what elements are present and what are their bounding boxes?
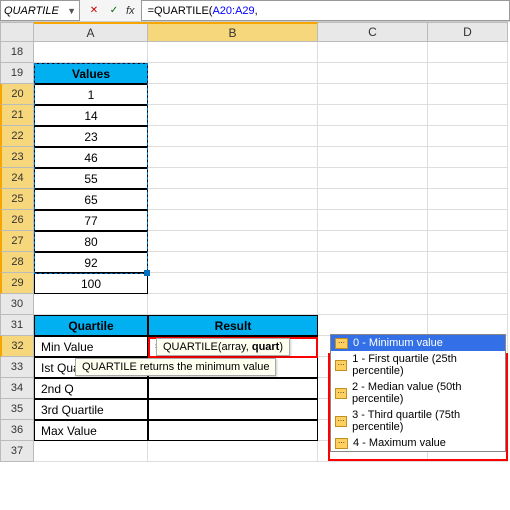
row-header-37[interactable]: 37 xyxy=(0,441,34,462)
constant-icon: ⋯ xyxy=(335,438,348,449)
row-header-35[interactable]: 35 xyxy=(0,399,34,420)
cell-A21[interactable]: 14 xyxy=(34,105,148,126)
constant-icon: ⋯ xyxy=(335,338,348,349)
row-header-29[interactable]: 29 xyxy=(0,273,34,294)
formula-args-tooltip: QUARTILE(array, quart) xyxy=(156,338,290,356)
quartile-header[interactable]: Quartile xyxy=(34,315,148,336)
cell-A26[interactable]: 77 xyxy=(34,210,148,231)
cell-A28[interactable]: 92 xyxy=(34,252,148,273)
label-min[interactable]: Min Value xyxy=(34,336,148,357)
label-2nd[interactable]: 2nd Q xyxy=(34,378,148,399)
suggest-item-1[interactable]: ⋯1 - First quartile (25th percentile) xyxy=(331,351,505,379)
row-header-24[interactable]: 24 xyxy=(0,168,34,189)
row-header-36[interactable]: 36 xyxy=(0,420,34,441)
row-header-18[interactable]: 18 xyxy=(0,42,34,63)
row-header-34[interactable]: 34 xyxy=(0,378,34,399)
row-header-30[interactable]: 30 xyxy=(0,294,34,315)
row-header-31[interactable]: 31 xyxy=(0,315,34,336)
name-box[interactable]: QUARTILE ▼ xyxy=(0,0,80,21)
formula-prefix: =QUARTILE( xyxy=(148,5,213,17)
cell-A20[interactable]: 1 xyxy=(34,84,148,105)
chevron-down-icon: ▼ xyxy=(67,6,76,16)
row-header-33[interactable]: 33 xyxy=(0,357,34,378)
row-header-19[interactable]: 19 xyxy=(0,63,34,84)
formula-return-tooltip: QUARTILE returns the minimum value xyxy=(75,358,276,376)
row-header-28[interactable]: 28 xyxy=(0,252,34,273)
values-header[interactable]: Values xyxy=(34,63,148,84)
col-header-D[interactable]: D xyxy=(428,22,508,42)
cancel-icon[interactable]: ✕ xyxy=(86,3,102,19)
result-header[interactable]: Result xyxy=(148,315,318,336)
row-header-32[interactable]: 32 xyxy=(0,336,34,357)
col-header-C[interactable]: C xyxy=(318,22,428,42)
col-header-B[interactable]: B xyxy=(148,22,318,42)
suggest-item-3[interactable]: ⋯3 - Third quartile (75th percentile) xyxy=(331,407,505,435)
autocomplete-list: ⋯0 - Minimum value ⋯1 - First quartile (… xyxy=(330,334,506,452)
fx-icon[interactable]: fx xyxy=(126,5,135,17)
col-header-A[interactable]: A xyxy=(34,22,148,42)
cell-C18[interactable] xyxy=(318,42,428,63)
cell-A29[interactable]: 100 xyxy=(34,273,148,294)
row-header-21[interactable]: 21 xyxy=(0,105,34,126)
cell-A23[interactable]: 46 xyxy=(34,147,148,168)
accept-icon[interactable]: ✓ xyxy=(106,3,122,19)
label-max[interactable]: Max Value xyxy=(34,420,148,441)
row-header-23[interactable]: 23 xyxy=(0,147,34,168)
select-all-corner[interactable] xyxy=(0,22,34,42)
name-box-text: QUARTILE xyxy=(4,5,59,17)
suggest-item-2[interactable]: ⋯2 - Median value (50th percentile) xyxy=(331,379,505,407)
constant-icon: ⋯ xyxy=(335,360,347,371)
formula-controls: ✕ ✓ fx xyxy=(80,0,141,21)
cell-A27[interactable]: 80 xyxy=(34,231,148,252)
row-header-22[interactable]: 22 xyxy=(0,126,34,147)
constant-icon: ⋯ xyxy=(335,388,347,399)
row-header-20[interactable]: 20 xyxy=(0,84,34,105)
cell-A24[interactable]: 55 xyxy=(34,168,148,189)
cell-A25[interactable]: 65 xyxy=(34,189,148,210)
label-3rd[interactable]: 3rd Quartile xyxy=(34,399,148,420)
cell-D18[interactable] xyxy=(428,42,508,63)
suggest-item-4[interactable]: ⋯4 - Maximum value xyxy=(331,435,505,451)
suggest-item-0[interactable]: ⋯0 - Minimum value xyxy=(331,335,505,351)
cell-A22[interactable]: 23 xyxy=(34,126,148,147)
row-header-25[interactable]: 25 xyxy=(0,189,34,210)
formula-ref: A20:A29 xyxy=(212,5,254,17)
row-header-26[interactable]: 26 xyxy=(0,210,34,231)
row-header-27[interactable]: 27 xyxy=(0,231,34,252)
cell-A18[interactable] xyxy=(34,42,148,63)
cell-B18[interactable] xyxy=(148,42,318,63)
formula-suffix: , xyxy=(255,5,258,17)
formula-bar[interactable]: =QUARTILE(A20:A29, xyxy=(141,0,510,21)
constant-icon: ⋯ xyxy=(335,416,347,427)
